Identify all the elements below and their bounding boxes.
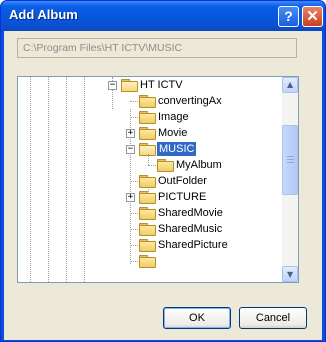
- path-field: C:\Program Files\HT ICTV\MUSIC: [17, 38, 297, 58]
- help-button[interactable]: ?: [278, 6, 299, 27]
- tree-item-sharedmusic[interactable]: SharedMusic: [18, 222, 283, 238]
- tree-item-picture[interactable]: + PICTURE: [18, 190, 283, 206]
- tree-item-label: HT ICTV: [140, 79, 183, 91]
- tree-item-label: SharedPicture: [158, 239, 228, 251]
- tree-item-label: Image: [158, 111, 189, 123]
- expand-icon[interactable]: +: [126, 129, 135, 138]
- tree-item-label: convertingAx: [158, 95, 222, 107]
- cancel-button[interactable]: Cancel: [239, 307, 307, 329]
- dialog-title: Add Album: [9, 7, 78, 22]
- tree-item-sharedmovie[interactable]: SharedMovie: [18, 206, 283, 222]
- chevron-down-icon: ▼: [287, 270, 294, 279]
- tree-guide-line: [130, 245, 138, 246]
- folder-icon: [139, 95, 156, 108]
- tree-item-label: MyAlbum: [176, 159, 222, 171]
- tree-guide-line: [130, 181, 138, 182]
- folder-icon: [157, 159, 174, 172]
- tree-guide-line: [130, 117, 138, 118]
- chevron-up-icon: ▲: [287, 80, 294, 89]
- tree-item-label: OutFolder: [158, 175, 207, 187]
- tree-item-image[interactable]: Image: [18, 110, 283, 126]
- tree-guide-line: [130, 213, 138, 214]
- tree-item-partial[interactable]: [18, 254, 283, 270]
- tree-item-label: SharedMovie: [158, 207, 223, 219]
- tree-item-myalbum[interactable]: MyAlbum: [18, 154, 283, 174]
- collapse-icon[interactable]: −: [126, 145, 135, 154]
- tree-item-music[interactable]: − MUSIC: [18, 142, 283, 158]
- tree-guide-line: [130, 261, 138, 262]
- tree-item-ht-ictv[interactable]: − HT ICTV: [18, 78, 283, 94]
- title-bar[interactable]: Add Album ? ✕: [1, 1, 325, 31]
- tree-item-label: PICTURE: [158, 191, 207, 203]
- folder-icon: [139, 175, 156, 188]
- grip-line: [287, 162, 294, 163]
- folder-icon: [139, 207, 156, 220]
- tree-guide-line: [130, 229, 138, 230]
- folder-icon: [139, 127, 156, 140]
- grip-line: [287, 156, 294, 157]
- tree-guide-line: [130, 101, 138, 102]
- folder-icon: [139, 239, 156, 252]
- grip-line: [287, 159, 294, 160]
- collapse-icon[interactable]: −: [108, 81, 117, 90]
- vertical-scrollbar[interactable]: ▲ ▼: [282, 77, 298, 282]
- tree-item-movie[interactable]: + Movie: [18, 126, 283, 142]
- tree-item-label: Movie: [158, 127, 188, 139]
- tree-guide-line: [148, 154, 149, 165]
- folder-tree[interactable]: − HT ICTV convertingAx Image + Movie − M…: [17, 76, 299, 283]
- folder-open-icon: [121, 79, 138, 92]
- folder-icon: [139, 111, 156, 124]
- tree-item-outfolder[interactable]: OutFolder: [18, 174, 283, 190]
- scroll-up-button[interactable]: ▲: [282, 77, 298, 93]
- tree-item-label: MUSIC: [157, 142, 197, 156]
- tree-item-label: SharedMusic: [158, 223, 223, 235]
- ok-button[interactable]: OK: [163, 307, 231, 329]
- folder-open-icon: [139, 143, 156, 156]
- close-button[interactable]: ✕: [302, 6, 323, 27]
- tree-guide-line: [148, 165, 156, 166]
- tree-item-sharedpicture[interactable]: SharedPicture: [18, 238, 283, 254]
- folder-icon: [139, 255, 156, 268]
- folder-icon: [139, 223, 156, 236]
- scroll-down-button[interactable]: ▼: [282, 266, 298, 282]
- folder-icon: [139, 191, 156, 204]
- expand-icon[interactable]: +: [126, 193, 135, 202]
- scroll-thumb[interactable]: [282, 125, 298, 195]
- tree-item-convertingax[interactable]: convertingAx: [18, 94, 283, 110]
